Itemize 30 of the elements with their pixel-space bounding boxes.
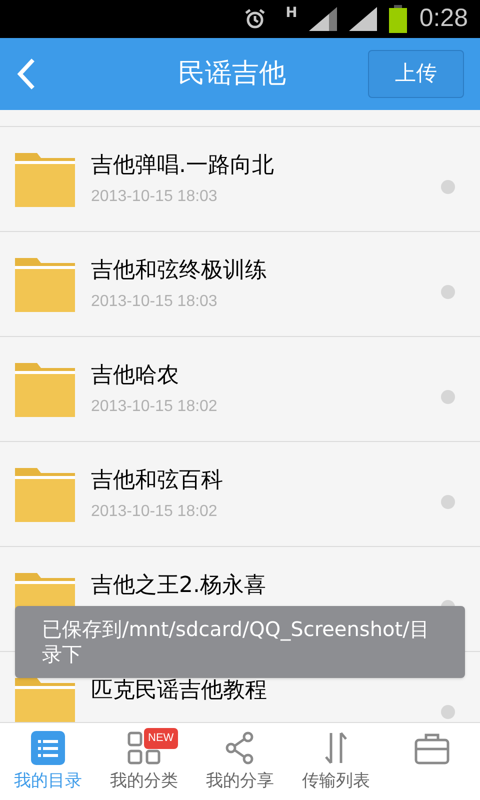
folder-date: 2013-10-15 18:02 [91,504,218,520]
folder-icon [15,361,75,417]
network-type: H [286,4,298,22]
folder-name: 吉他之王2.杨永喜 [91,575,267,597]
folder-name: 吉他和弦终极训练 [91,260,268,282]
folder-name: 吉他哈农 [91,365,180,387]
header-title: 民谣吉他 [177,56,287,91]
signal-icon [309,7,338,31]
folder-date: 2013-10-15 18:03 [91,294,218,310]
folder-icon [15,256,75,312]
folder-icon [15,466,75,522]
folder-name: 吉他弹唱.一路向北 [91,155,275,177]
clock: 0:28 [419,3,468,34]
folder-date: 2013-10-15 18:02 [91,399,218,415]
list-icon [31,731,65,765]
new-badge: NEW [144,728,178,748]
toast: 已保存到/mnt/sdcard/QQ_Screenshot/目录下 [15,606,465,678]
back-icon [16,58,36,90]
nav-tab[interactable]: 我的分享 [192,723,288,800]
nav-tab[interactable]: 传输列表 [288,723,384,800]
nav-tab[interactable]: NEW 我的分类 [96,723,192,800]
folder-name: 吉他和弦百科 [91,470,224,492]
briefcase-icon [414,731,450,765]
folder-icon [15,151,75,207]
folder-date: 2013-10-15 18:03 [91,189,218,205]
folder-name: 匹克民谣吉他教程 [91,680,268,702]
signal-icon [349,7,378,31]
share-icon [225,731,255,765]
alarm-clock-icon [244,8,266,30]
battery-icon [389,5,408,33]
